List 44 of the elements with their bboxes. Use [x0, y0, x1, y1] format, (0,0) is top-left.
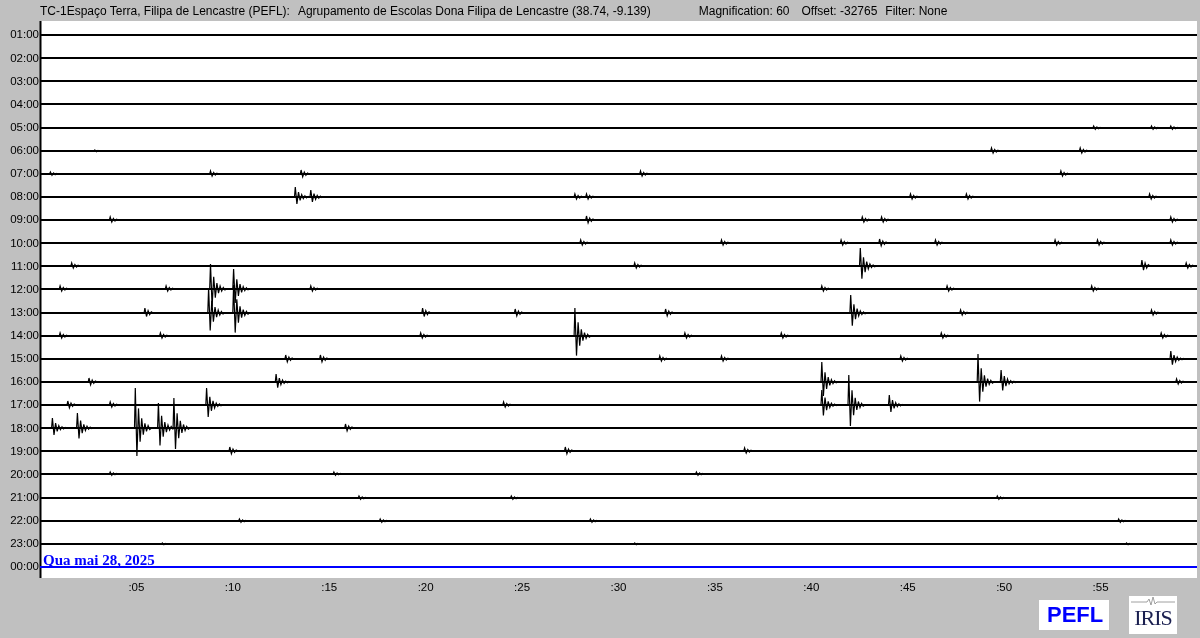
minute-label: :15 — [321, 581, 338, 593]
hour-label: 13:00 — [9, 304, 40, 320]
hour-label: 15:00 — [9, 351, 40, 367]
hour-label: 03:00 — [9, 73, 40, 89]
station-logo: PEFL — [1039, 600, 1109, 630]
hour-label: 11:00 — [10, 258, 40, 274]
minute-label: :10 — [224, 581, 241, 593]
minute-label: :05 — [128, 581, 145, 593]
hour-label: 10:00 — [9, 235, 40, 251]
hour-label: 04:00 — [9, 96, 40, 112]
hour-label: 17:00 — [9, 397, 40, 413]
magnification-value: Magnification: 60 — [698, 3, 790, 18]
hour-label: 01:00 — [9, 27, 40, 43]
date-label: Qua mai 28, 2025 — [43, 552, 155, 568]
minute-label: :50 — [996, 581, 1013, 593]
hour-label: 23:00 — [9, 536, 40, 552]
hour-label: 19:00 — [9, 443, 40, 459]
waveform-icon — [1131, 596, 1175, 606]
minute-label: :55 — [1092, 581, 1109, 593]
hour-label: 20:00 — [9, 466, 40, 482]
minute-label: :25 — [514, 581, 531, 593]
hour-label: 05:00 — [9, 119, 40, 135]
hour-label: 06:00 — [9, 143, 40, 158]
minute-label: :35 — [706, 581, 723, 593]
minute-label: :45 — [899, 581, 916, 593]
hour-label: 07:00 — [9, 166, 40, 182]
hour-label: 22:00 — [9, 513, 40, 528]
hour-label: 09:00 — [9, 212, 40, 228]
minute-label: :30 — [610, 581, 627, 593]
minute-label: :20 — [417, 581, 434, 593]
hour-label: 18:00 — [9, 420, 40, 436]
hour-label: 08:00 — [9, 189, 40, 205]
offset-value: Offset: -32765 — [801, 3, 878, 18]
hour-label: 16:00 — [9, 374, 40, 390]
hour-label: 00:00 — [9, 559, 40, 575]
network-name: IRIS — [1134, 606, 1172, 630]
hour-label: 21:00 — [9, 489, 40, 505]
hour-label: 02:00 — [9, 50, 40, 66]
station-name: TC-1Espaço Terra, Filipa de Lencastre (PEFL): — [40, 3, 290, 18]
minute-label: :40 — [803, 581, 820, 593]
filter-value: Filter: None — [885, 3, 948, 18]
hour-label: 14:00 — [9, 328, 40, 343]
site-name: Agrupamento de Escolas Dona Filipa de Lencastre (38.74, -9.139) — [297, 3, 651, 18]
hour-label: 12:00 — [9, 281, 40, 297]
